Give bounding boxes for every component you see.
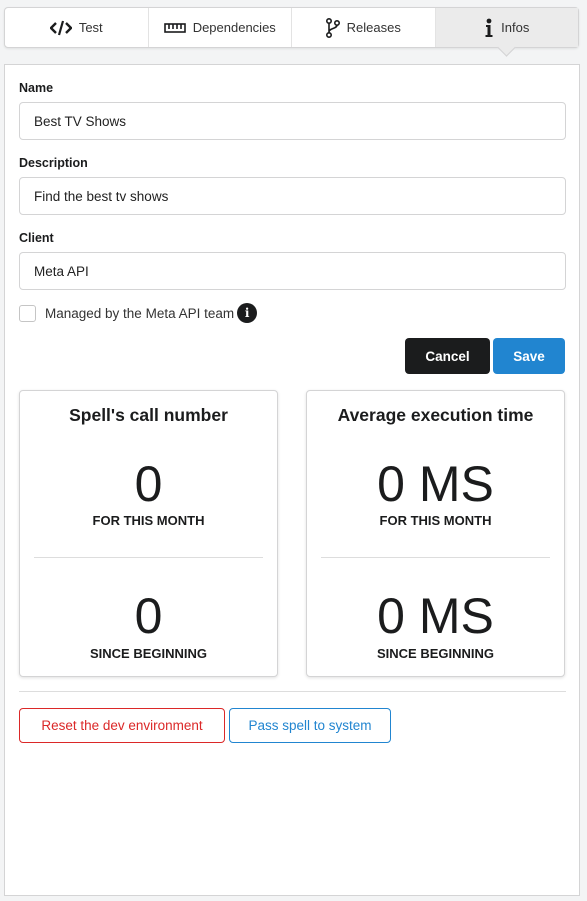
tab-dependencies[interactable]: Dependencies	[149, 8, 292, 47]
since-beginning-label: SINCE BEGINNING	[89, 646, 207, 661]
save-button[interactable]: Save	[493, 338, 565, 374]
tab-releases[interactable]: Releases	[292, 8, 436, 47]
month-call-count: 0	[134, 456, 163, 512]
pass-to-system-button[interactable]: Pass spell to system	[229, 708, 391, 743]
card-divider	[321, 557, 550, 558]
code-icon	[49, 20, 72, 36]
card-title: Spell's call number	[69, 405, 228, 425]
description-label: Description	[19, 156, 88, 170]
description-input[interactable]	[19, 177, 566, 215]
total-call-count: 0	[134, 588, 163, 644]
managed-row: Managed by the Meta API team i	[19, 303, 258, 323]
section-divider	[19, 691, 566, 692]
tab-label: Infos	[501, 20, 530, 35]
client-label: Client	[19, 231, 54, 245]
info-icon	[484, 18, 494, 38]
info-circle-icon[interactable]: i	[237, 303, 258, 323]
name-input[interactable]	[19, 102, 566, 140]
managed-checkbox[interactable]	[19, 304, 36, 322]
branch-icon	[325, 17, 340, 38]
tab-label: Releases	[346, 20, 401, 35]
card-divider	[34, 557, 263, 558]
tab-test[interactable]: Test	[5, 8, 149, 47]
tab-infos[interactable]: Infos	[435, 8, 578, 47]
name-label: Name	[19, 81, 54, 95]
month-label: FOR THIS MONTH	[379, 513, 492, 528]
month-label: FOR THIS MONTH	[92, 513, 205, 528]
tab-label: Dependencies	[192, 20, 276, 35]
total-execution-time: 0 MS	[377, 588, 494, 644]
execution-time-card: Average execution time 0 MS FOR THIS MON…	[306, 390, 565, 677]
managed-label: Managed by the Meta API team	[45, 305, 235, 321]
infos-panel: Name Description Client Managed by the M…	[4, 64, 580, 896]
reset-dev-environment-button[interactable]: Reset the dev environment	[19, 708, 225, 743]
since-beginning-label: SINCE BEGINNING	[376, 646, 494, 661]
dependencies-icon	[163, 22, 186, 33]
tab-label: Test	[78, 20, 103, 35]
call-number-card: Spell's call number 0 FOR THIS MONTH 0 S…	[19, 390, 278, 677]
cancel-button[interactable]: Cancel	[405, 338, 490, 374]
month-execution-time: 0 MS	[377, 456, 494, 512]
client-input[interactable]	[19, 252, 566, 290]
card-title: Average execution time	[337, 405, 534, 425]
tab-bar: Test Dependencies Releases Infos	[4, 7, 579, 48]
